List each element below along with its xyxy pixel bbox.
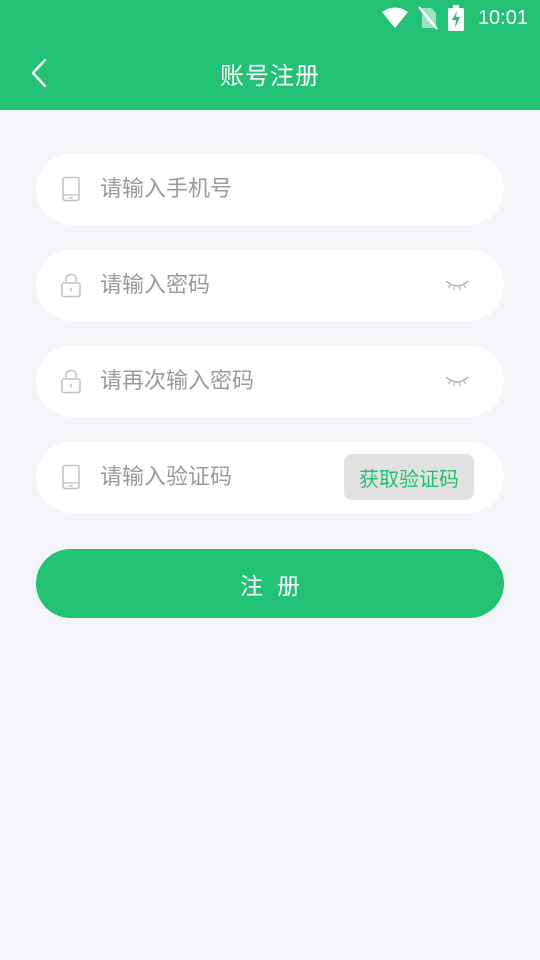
- password-field: [36, 249, 504, 321]
- phone-field: [36, 153, 504, 225]
- get-code-button[interactable]: 获取验证码: [344, 454, 474, 500]
- battery-charging-icon: [447, 5, 464, 31]
- status-time: 10:01: [477, 6, 528, 29]
- no-sim-icon: [417, 6, 438, 30]
- code-field: 获取验证码: [36, 441, 504, 513]
- app-header: 10:01 账号注册: [0, 0, 540, 110]
- phone-icon: [60, 464, 82, 490]
- title-bar: 账号注册: [0, 36, 540, 110]
- wifi-icon: [381, 7, 408, 29]
- register-button[interactable]: 注册: [36, 549, 504, 618]
- page-title: 账号注册: [220, 62, 320, 90]
- lock-icon: [60, 272, 82, 298]
- phone-icon: [60, 176, 82, 202]
- lock-icon: [60, 368, 82, 394]
- status-icons: 10:01: [381, 4, 528, 32]
- phone-input[interactable]: [100, 153, 420, 225]
- confirm-password-input[interactable]: [100, 345, 420, 417]
- password-input[interactable]: [100, 249, 420, 321]
- eye-closed-icon[interactable]: [444, 277, 470, 293]
- status-bar: 10:01: [0, 0, 540, 36]
- code-input[interactable]: [100, 441, 340, 513]
- eye-closed-icon[interactable]: [444, 373, 470, 389]
- confirm-password-field: [36, 345, 504, 417]
